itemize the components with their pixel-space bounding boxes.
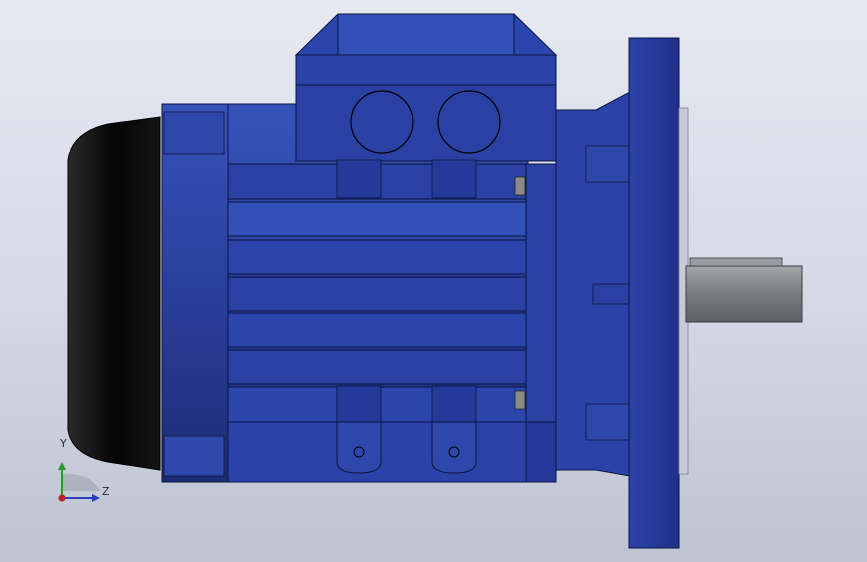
triad-graphic: [58, 462, 100, 502]
x-axis-point: [58, 494, 66, 502]
cooling-fins: [227, 163, 527, 423]
coordinate-triad: Y Z: [40, 436, 130, 516]
front-end-shield: [525, 163, 557, 423]
motor-model[interactable]: [0, 0, 867, 562]
z-axis-label: Z: [102, 485, 110, 498]
rear-end-shield: [161, 103, 229, 483]
y-axis-label: Y: [60, 437, 67, 450]
cable-gland-1: [350, 90, 414, 154]
cad-viewport[interactable]: Y Z: [0, 0, 867, 562]
terminal-box: [295, 54, 557, 86]
cable-gland-2: [437, 90, 501, 154]
mounting-flange: [628, 37, 680, 549]
shaft-key: [689, 257, 783, 267]
fan-cover: [67, 116, 161, 471]
output-shaft: [685, 265, 803, 323]
